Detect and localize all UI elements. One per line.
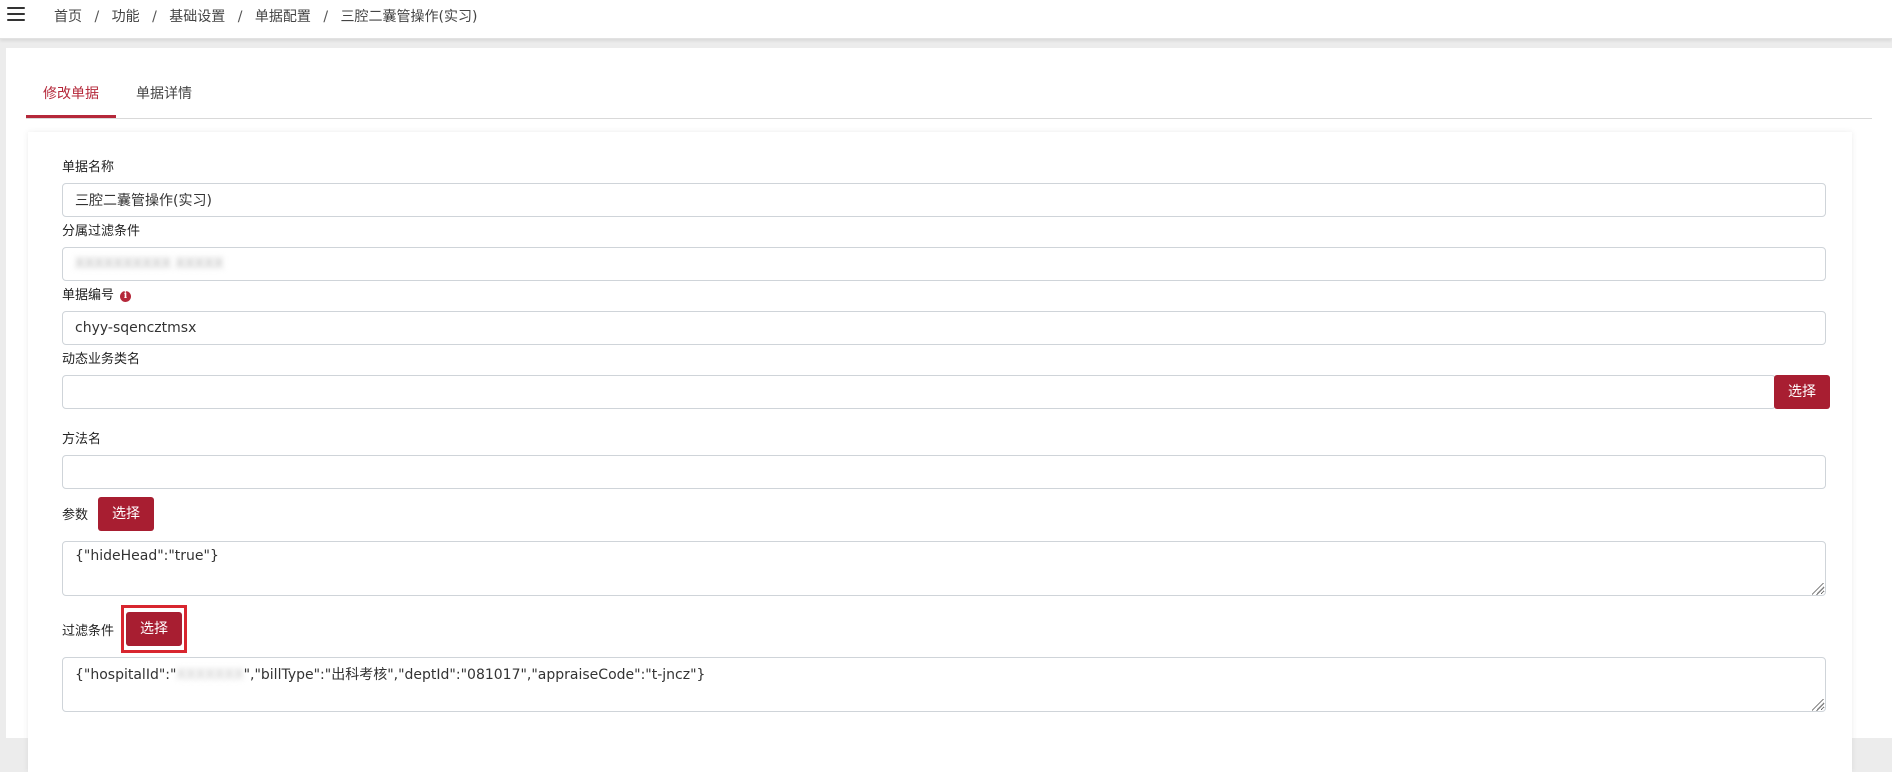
bill-code-input[interactable] — [62, 311, 1826, 345]
breadcrumb-home[interactable]: 首页 — [54, 9, 82, 25]
params-label: 参数 — [62, 508, 89, 523]
bill-code-label-text: 单据编号 — [62, 288, 115, 303]
filter-cond-select-button[interactable]: 选择 — [126, 612, 182, 646]
filter-cond-value-hidden: XXXXXXX — [176, 667, 244, 683]
breadcrumb-function[interactable]: 功能 — [112, 9, 140, 25]
tab-edit-bill[interactable]: 修改单据 — [26, 82, 116, 118]
filter-dept-value: XXXXXXXXXX XXXXX — [75, 256, 224, 272]
breadcrumb-separator: / — [94, 9, 100, 25]
bill-name-label: 单据名称 — [62, 160, 115, 175]
bill-code-label: 单据编号 i — [62, 284, 132, 303]
filter-dept-label: 分属过滤条件 — [62, 224, 141, 239]
tab-bar: 修改单据 单据详情 — [26, 82, 1872, 119]
info-icon[interactable]: i — [120, 291, 132, 302]
dynamic-class-label: 动态业务类名 — [62, 352, 141, 367]
filter-cond-label: 过滤条件 — [62, 624, 115, 639]
breadcrumb: 首页 / 功能 / 基础设置 / 单据配置 / 三腔二囊管操作(实习) — [54, 6, 477, 26]
breadcrumb-separator: / — [237, 9, 243, 25]
filter-dept-input[interactable]: XXXXXXXXXX XXXXX — [62, 247, 1826, 281]
bill-name-input[interactable] — [62, 183, 1826, 217]
breadcrumb-current: 三腔二囊管操作(实习) — [340, 9, 478, 25]
filter-cond-value-prefix: {"hospitalId":" — [75, 667, 177, 683]
breadcrumb-basic-settings[interactable]: 基础设置 — [169, 9, 225, 25]
top-bar: 首页 / 功能 / 基础设置 / 单据配置 / 三腔二囊管操作(实习) — [0, 0, 1892, 39]
params-textarea[interactable]: {"hideHead":"true"} — [62, 541, 1826, 596]
breadcrumb-bill-config[interactable]: 单据配置 — [255, 9, 311, 25]
breadcrumb-separator: / — [323, 9, 329, 25]
breadcrumb-separator: / — [152, 9, 157, 25]
tab-bill-details[interactable]: 单据详情 — [136, 82, 192, 118]
dynamic-class-select-button[interactable]: 选择 — [1774, 375, 1830, 409]
filter-cond-value-suffix: ","billType":"出科考核","deptId":"081017","a… — [243, 667, 706, 683]
method-name-label: 方法名 — [62, 432, 102, 447]
method-name-input[interactable] — [62, 455, 1826, 489]
hamburger-menu-icon[interactable] — [7, 7, 25, 23]
dynamic-class-input[interactable] — [62, 375, 1776, 409]
params-select-button[interactable]: 选择 — [98, 497, 154, 531]
filter-cond-textarea[interactable]: {"hospitalId":"XXXXXXX","billType":"出科考核… — [62, 657, 1826, 712]
